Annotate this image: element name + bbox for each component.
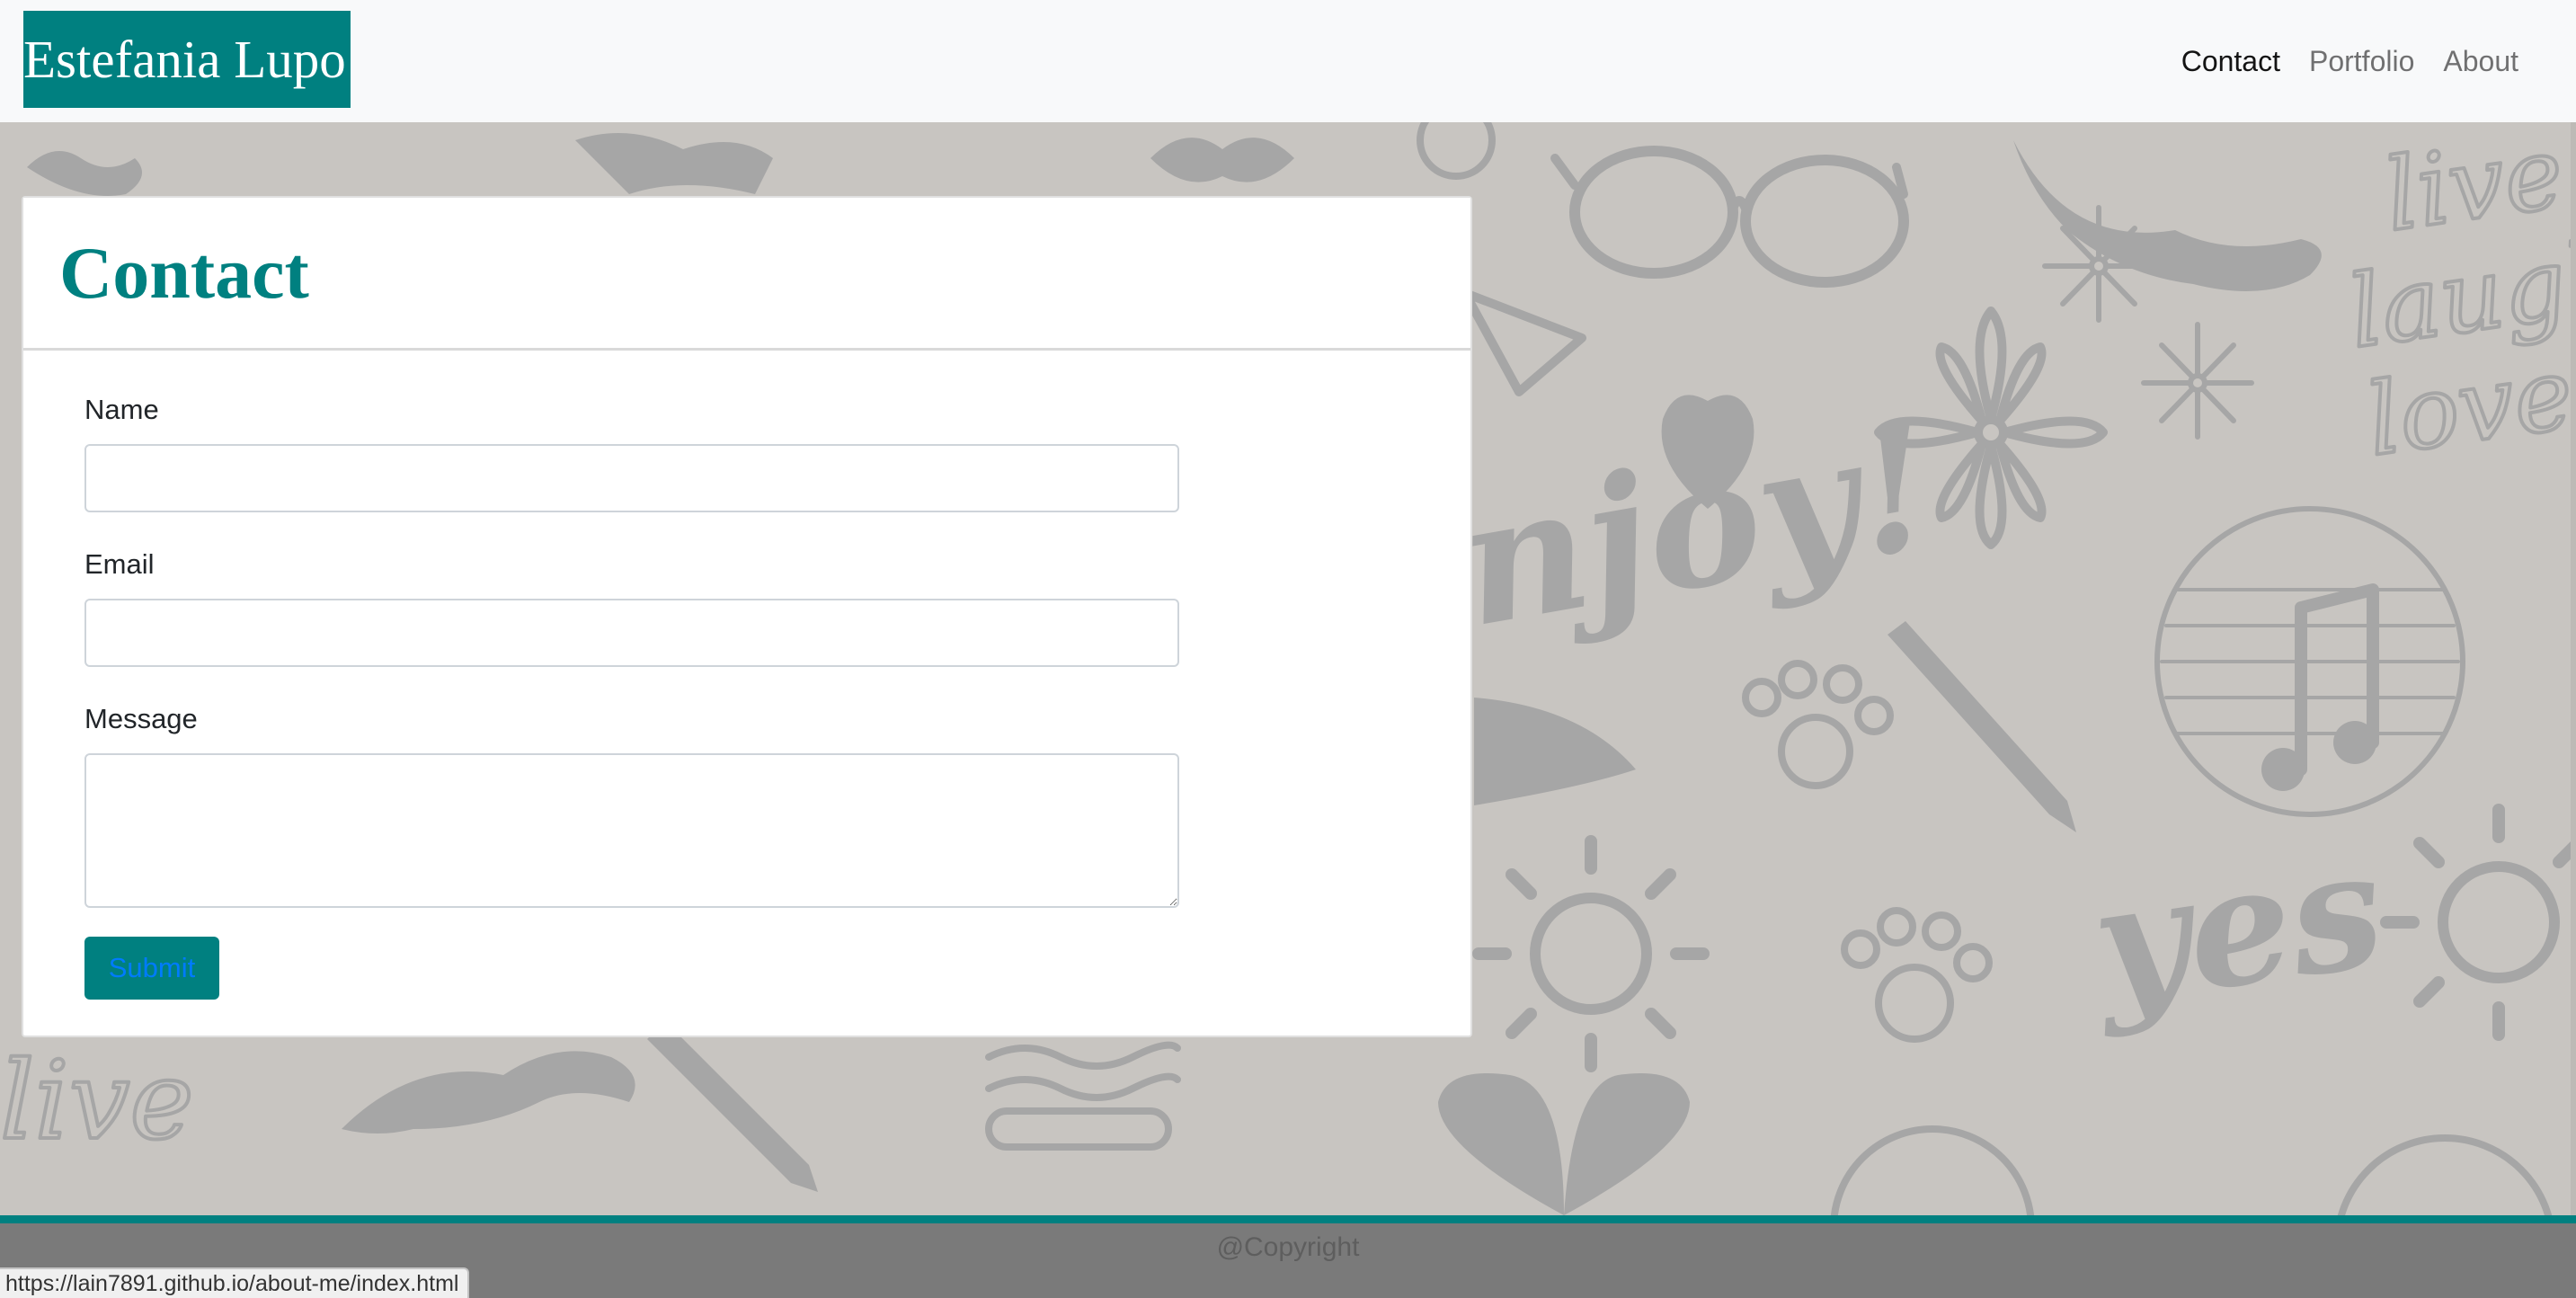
navbar: Estefania Lupo Contact Portfolio About bbox=[0, 0, 2576, 122]
name-label: Name bbox=[84, 394, 159, 425]
pencil-icon bbox=[647, 1021, 818, 1192]
paw-icon bbox=[1742, 660, 1993, 1043]
top-left-doodles bbox=[27, 122, 1496, 196]
name-input[interactable] bbox=[84, 444, 1179, 512]
face-circle bbox=[1830, 1125, 2553, 1215]
submit-button[interactable]: Submit bbox=[84, 937, 219, 1000]
copyright-text: @Copyright bbox=[1216, 1232, 1360, 1262]
message-label: Message bbox=[84, 703, 198, 734]
card-header: Contact bbox=[23, 198, 1470, 351]
heart-icon bbox=[1438, 1073, 1690, 1215]
nav-link-portfolio[interactable]: Portfolio bbox=[2295, 45, 2429, 78]
enjoy-lettering: njoy! bbox=[1446, 386, 1948, 665]
pencil-icon bbox=[1888, 621, 2076, 832]
nav-link-about[interactable]: About bbox=[2429, 45, 2533, 78]
sunglasses-icon bbox=[1550, 146, 1909, 288]
svg-text:njoy!: njoy! bbox=[1446, 386, 1948, 665]
svg-text:live: live bbox=[0, 1039, 194, 1164]
page-title: Contact bbox=[59, 232, 309, 314]
browser-status-url: https://lain7891.github.io/about-me/inde… bbox=[0, 1267, 470, 1298]
email-input[interactable] bbox=[84, 599, 1179, 667]
nav-links: Contact Portfolio About bbox=[2167, 0, 2533, 122]
svg-text:yes: yes bbox=[2079, 813, 2394, 1042]
live-laugh-love-lettering: live laugh love bbox=[2341, 122, 2576, 480]
nav-link-contact[interactable]: Contact bbox=[2167, 45, 2295, 78]
bottom-left-lettering: live bbox=[0, 1037, 196, 1166]
yes-lettering: yes bbox=[2079, 813, 2394, 1042]
message-textarea[interactable] bbox=[84, 753, 1179, 908]
scrollbar-edge bbox=[2571, 122, 2576, 1215]
brand-logo[interactable]: Estefania Lupo bbox=[23, 11, 351, 108]
sun-icon bbox=[1472, 804, 2576, 1072]
mustache-icon bbox=[342, 1051, 635, 1134]
music-note-icon bbox=[2154, 506, 2465, 817]
contact-card: Contact Name Email Message Submit bbox=[22, 196, 1472, 1037]
wavy-lines bbox=[985, 1041, 1181, 1151]
email-label: Email bbox=[84, 548, 155, 580]
